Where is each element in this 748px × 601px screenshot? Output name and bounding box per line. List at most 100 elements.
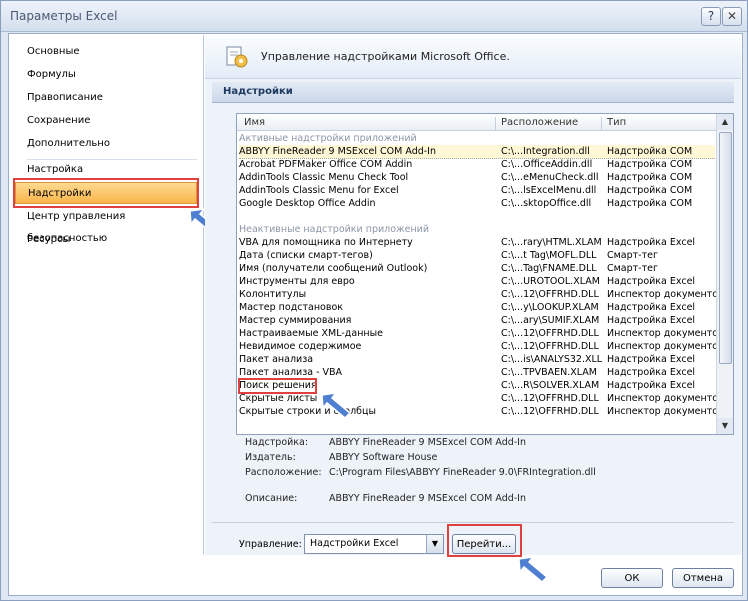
vertical-scrollbar[interactable]: ▲ ▼ <box>716 114 733 434</box>
section-title: Надстройки <box>223 86 293 97</box>
row-location: C:\...12\OFFRHD.DLL <box>501 406 599 417</box>
col-name-header[interactable]: Имя <box>244 117 265 128</box>
row-name: AddinTools Classic Menu for Excel <box>239 185 399 196</box>
addins-gear-icon <box>226 46 248 68</box>
row-type: Инспектор документов <box>607 328 724 339</box>
window-title: Параметры Excel <box>10 9 118 23</box>
nav-item-advanced[interactable]: Дополнительно <box>15 133 197 155</box>
row-location: C:\...TPVBAEN.XLAM <box>501 367 597 378</box>
table-row[interactable]: Acrobat PDFMaker Office COM Addin C:\...O… <box>239 158 715 171</box>
table-row[interactable]: Google Desktop Office Addin C:\...sktopOf… <box>239 197 715 210</box>
row-type: Смарт-тег <box>607 250 658 261</box>
column-divider[interactable] <box>495 117 496 131</box>
table-row[interactable]: ABBYY FineReader 9 MSExcel COM Add-In C:\… <box>239 145 715 159</box>
panel-header: Управление надстройками Microsoft Office… <box>205 35 741 79</box>
row-location: C:\...lsExcelMenu.dll <box>501 185 597 196</box>
table-row[interactable]: Имя (получатели сообщений Outlook) C:\...… <box>239 262 715 275</box>
help-button[interactable]: ? <box>701 7 721 26</box>
manage-select[interactable]: Надстройки Excel ▼ <box>304 534 444 554</box>
row-name: Дата (списки смарт-тегов) <box>239 250 373 261</box>
group-title: Активные надстройки приложений <box>239 133 417 144</box>
nav-item-save[interactable]: Сохранение <box>15 110 197 132</box>
scroll-up-icon[interactable]: ▲ <box>717 114 733 130</box>
group-header: Активные надстройки приложений <box>239 132 715 145</box>
manage-label: Управление: <box>239 539 302 550</box>
col-location-header[interactable]: Расположение <box>501 117 578 128</box>
table-row[interactable]: Инструменты для евро C:\...UROTOOL.XLAM На… <box>239 275 715 288</box>
row-name: Невидимое содержимое <box>239 341 362 352</box>
row-type: Инспектор документов <box>607 406 724 417</box>
scroll-down-icon[interactable]: ▼ <box>717 418 733 434</box>
row-location: C:\...12\OFFRHD.DLL <box>501 393 599 404</box>
chevron-down-icon[interactable]: ▼ <box>426 535 443 553</box>
row-type: Надстройка COM <box>607 159 693 170</box>
location-label: Расположение: <box>245 467 322 478</box>
row-location: C:\...y\LOOKUP.XLAM <box>501 302 599 313</box>
options-nav: Основные Формулы Правописание Сохранение… <box>10 35 220 554</box>
row-name: Настраиваемые XML-данные <box>239 328 383 339</box>
cancel-button[interactable]: Отмена <box>672 568 734 588</box>
row-type: Надстройка Excel <box>607 380 696 391</box>
row-type: Надстройка Excel <box>607 354 696 365</box>
row-name: Пакет анализа <box>239 354 314 365</box>
row-location: C:\...eMenuCheck.dll <box>501 172 599 183</box>
nav-item-proofing[interactable]: Правописание <box>15 87 197 109</box>
highlight-box-solver <box>238 378 317 394</box>
location-value: C:\Program Files\ABBYY FineReader 9.0\FR… <box>329 467 596 478</box>
row-location: C:\...Tag\FNAME.DLL <box>501 263 597 274</box>
publisher-label: Издатель: <box>245 452 296 463</box>
description-label: Описание: <box>245 493 298 504</box>
table-row[interactable]: VBA для помощника по Интернету C:\...rary… <box>239 236 715 249</box>
row-name: Мастер суммирования <box>239 315 352 326</box>
addins-list[interactable]: Имя Расположение Тип Активные надстройки… <box>236 113 734 435</box>
nav-item-resources[interactable]: Ресурсы <box>15 229 197 251</box>
addin-value: ABBYY FineReader 9 MSExcel COM Add-In <box>329 437 527 448</box>
group-header: Неактивные надстройки приложений <box>239 223 715 236</box>
excel-options-dialog: Параметры Excel ? ✕ Основные Формулы Пра… <box>0 0 748 601</box>
col-type-header[interactable]: Тип <box>607 117 626 128</box>
addins-panel: Управление надстройками Microsoft Office… <box>205 35 741 557</box>
table-row[interactable]: Колонтитулы C:\...12\OFFRHD.DLL Инспектор … <box>239 288 724 301</box>
row-location: C:\...UROTOOL.XLAM <box>501 276 600 287</box>
group-title: Неактивные надстройки приложений <box>239 224 429 235</box>
table-row[interactable]: Скрытые строки и столбцы C:\...12\OFFRHD.… <box>239 405 724 418</box>
close-button[interactable]: ✕ <box>722 7 742 26</box>
nav-item-trust-center[interactable]: Центр управления безопасностью <box>15 206 197 244</box>
table-row[interactable]: Мастер подстановок C:\...y\LOOKUP.XLAM Над… <box>239 301 715 314</box>
table-row[interactable]: AddinTools Classic Menu for Excel C:\...l… <box>239 184 715 197</box>
table-row[interactable]: Дата (списки смарт-тегов) C:\...t Tag\MOF… <box>239 249 715 262</box>
row-name: Acrobat PDFMaker Office COM Addin <box>239 159 413 170</box>
row-location: C:\...OfficeAddin.dll <box>501 159 593 170</box>
row-type: Надстройка Excel <box>607 302 696 313</box>
row-type: Надстройка Excel <box>607 315 696 326</box>
pointer-arrow-icon <box>518 555 549 584</box>
section-header: Надстройки <box>212 82 734 103</box>
row-name: Инструменты для евро <box>239 276 355 287</box>
table-row[interactable]: AddinTools Classic Menu Check Tool C:\...… <box>239 171 715 184</box>
row-type: Смарт-тег <box>607 263 658 274</box>
row-type: Инспектор документов <box>607 341 724 352</box>
ok-button[interactable]: ОК <box>601 568 663 588</box>
pointer-arrow-icon <box>321 391 352 420</box>
table-row[interactable]: Пакет анализа C:\...is\ANALYS32.XLL Надстр… <box>239 353 715 366</box>
addin-label: Надстройка: <box>245 437 309 448</box>
row-type: Надстройка Excel <box>607 367 696 378</box>
nav-item-formulas[interactable]: Формулы <box>15 64 197 86</box>
row-type: Инспектор документов <box>607 393 724 404</box>
highlight-box-go <box>447 524 522 557</box>
column-divider[interactable] <box>601 117 602 131</box>
row-type: Надстройка COM <box>607 172 693 183</box>
row-type: Надстройка Excel <box>607 237 696 248</box>
scroll-thumb[interactable] <box>719 132 732 364</box>
table-row[interactable]: Мастер суммирования C:\...ary\SUMIF.XLAM Н… <box>239 314 715 327</box>
row-name: ABBYY FineReader 9 MSExcel COM Add-In <box>239 146 437 157</box>
table-row[interactable]: Настраиваемые XML-данные C:\...12\OFFRHD.… <box>239 327 724 340</box>
row-location: C:\...rary\HTML.XLAM <box>501 237 602 248</box>
row-type: Надстройка Excel <box>607 276 696 287</box>
row-location: C:\...t Tag\MOFL.DLL <box>501 250 597 261</box>
nav-item-basic[interactable]: Основные <box>15 41 197 63</box>
row-location: C:\...ary\SUMIF.XLAM <box>501 315 600 326</box>
table-row[interactable]: Невидимое содержимое C:\...12\OFFRHD.DLL И… <box>239 340 724 353</box>
row-name: Мастер подстановок <box>239 302 344 313</box>
row-name: Скрытые строки и столбцы <box>239 406 376 417</box>
